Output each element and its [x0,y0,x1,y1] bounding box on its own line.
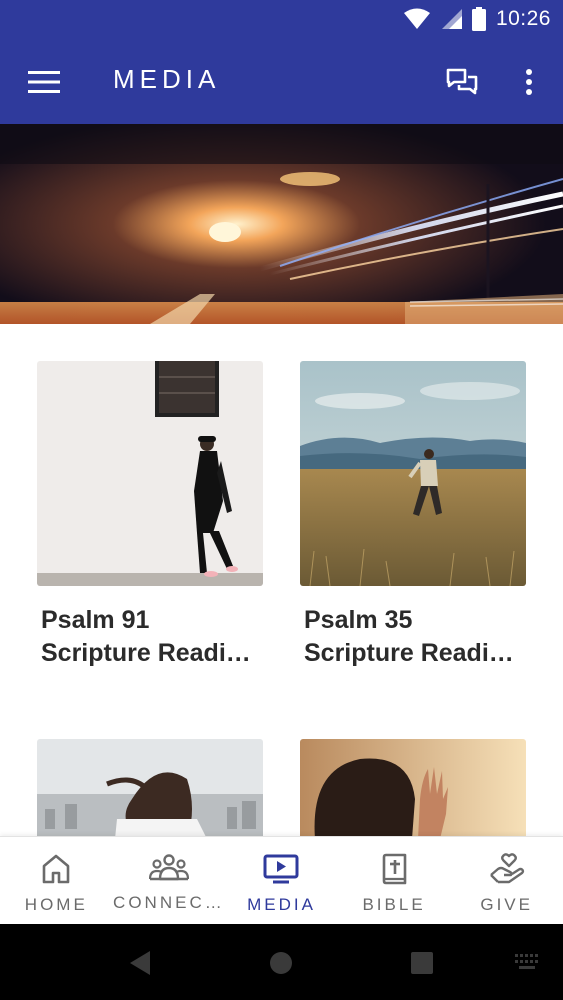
media-thumbnail [300,739,526,836]
nav-item-label: BIBLE [362,895,426,914]
hand-heart-icon [489,853,524,884]
status-bar: 10:26 [0,0,563,40]
media-card[interactable] [300,739,526,836]
system-navigation-bar [0,924,563,1000]
media-thumbnail [37,739,263,836]
page-title: MEDIA [113,64,221,94]
hamburger-icon [28,71,60,93]
nav-item-label: CONNEC… [113,893,225,912]
highway-light-trails-image [0,124,563,324]
media-card-title-line2: Scripture Readi… [304,639,514,667]
nav-item-home[interactable]: HOME [0,837,113,924]
nav-item-bible[interactable]: BIBLE [338,837,451,924]
tv-play-icon [263,854,299,884]
battery-icon [471,7,486,31]
nav-item-connect[interactable]: CONNEC… [113,837,226,924]
menu-button[interactable] [24,64,64,100]
media-card[interactable]: Psalm 91 Scripture Readi… [37,361,263,670]
status-icons: 10:26 [403,7,551,31]
more-options-button[interactable] [514,62,544,102]
nav-item-label: MEDIA [247,895,316,914]
bible-icon [382,853,407,885]
nav-item-give[interactable]: GIVE [450,837,563,924]
people-icon [148,854,189,881]
home-icon [42,854,70,884]
nav-item-media[interactable]: MEDIA [225,837,338,924]
media-card[interactable] [37,739,263,836]
app-bar: MEDIA [0,40,563,124]
wifi-icon [403,8,430,29]
media-card-title-line1: Psalm 35 [304,606,413,634]
man-walking-by-wall-image [37,361,263,586]
media-thumbnail [37,361,263,586]
woman-hand-sunset-image [300,739,526,836]
chat-button[interactable] [442,62,482,102]
media-card-title: Psalm 91 Scripture Readi… [37,604,263,670]
hero-banner-image[interactable] [0,124,563,324]
status-time: 10:26 [495,7,551,30]
media-thumbnail [300,361,526,586]
more-vert-icon [526,69,532,95]
media-card[interactable]: Psalm 35 Scripture Readi… [300,361,526,670]
home-circle-icon[interactable] [269,951,293,975]
chat-icon [446,68,478,95]
media-card-title: Psalm 35 Scripture Readi… [300,604,526,670]
woman-hair-blowing-image [37,739,263,836]
nav-item-label: GIVE [480,895,533,914]
nav-item-label: HOME [24,895,88,914]
media-card-title-line2: Scripture Readi… [41,639,251,667]
man-running-in-field-image [300,361,526,586]
back-icon[interactable] [128,950,152,976]
signal-icon [441,9,462,29]
recents-icon[interactable] [410,951,434,975]
keyboard-icon[interactable] [514,953,542,971]
media-card-title-line1: Psalm 91 [41,606,150,634]
bottom-navigation: HOME CONNEC… MEDIA BIBLE GIVE [0,836,563,924]
